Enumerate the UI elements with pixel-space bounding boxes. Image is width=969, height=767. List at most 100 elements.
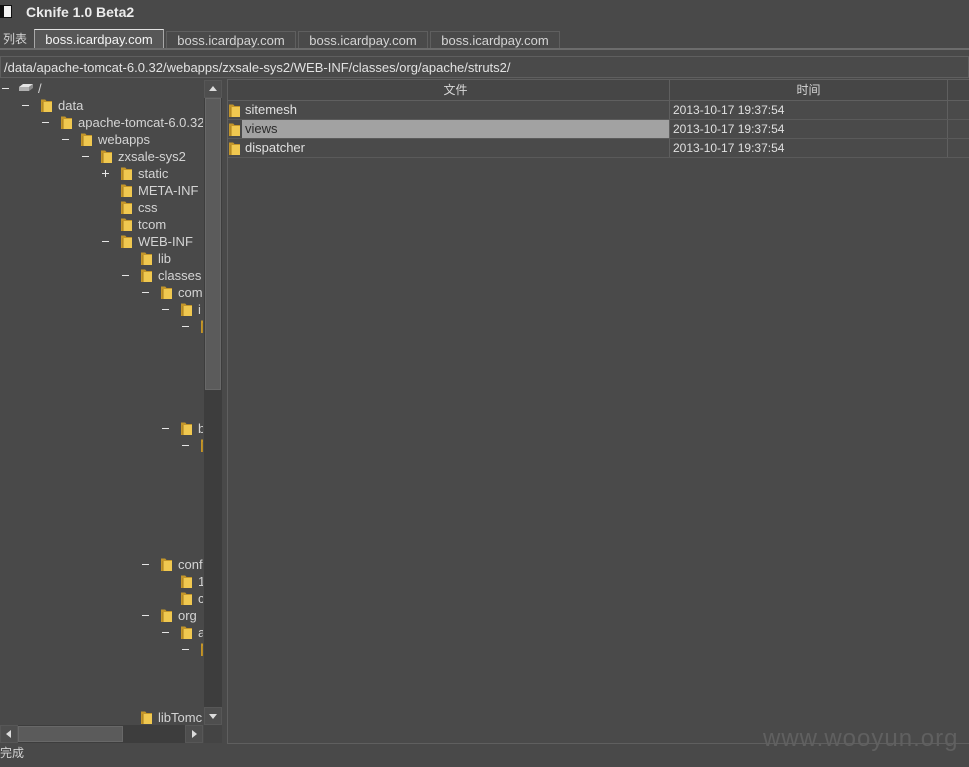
folder-icon: [181, 422, 192, 435]
tree-node[interactable]: [0, 471, 203, 488]
tree-node[interactable]: [0, 454, 203, 471]
vertical-scroll-thumb[interactable]: [205, 98, 221, 390]
scroll-up-button[interactable]: [204, 80, 222, 98]
collapse-minus-icon[interactable]: [22, 102, 29, 109]
collapse-minus-icon[interactable]: [162, 425, 169, 432]
scroll-down-button[interactable]: [204, 707, 222, 725]
tree-node[interactable]: lib: [0, 250, 203, 267]
file-name-cell: dispatcher: [242, 139, 670, 157]
tree-node[interactable]: b: [0, 420, 203, 437]
collapse-minus-icon[interactable]: [162, 629, 169, 636]
collapse-minus-icon[interactable]: [142, 561, 149, 568]
folder-icon: [41, 99, 52, 112]
collapse-minus-icon[interactable]: [2, 85, 9, 92]
tree-node-label: org: [178, 608, 197, 623]
folder-icon: [141, 269, 152, 282]
tree-node[interactable]: [0, 318, 203, 335]
arrow-down-icon: [209, 714, 217, 719]
collapse-minus-icon[interactable]: [142, 612, 149, 619]
tree-node[interactable]: a: [0, 624, 203, 641]
tree-node[interactable]: /: [0, 80, 203, 97]
table-row[interactable]: dispatcher 2013-10-17 19:37:54: [228, 139, 969, 158]
tab-strip: boss.icardpay.com boss.icardpay.com boss…: [34, 29, 562, 49]
tree-node[interactable]: zxsale-sys2: [0, 148, 203, 165]
tree-node[interactable]: [0, 335, 203, 352]
tree-node[interactable]: [0, 386, 203, 403]
filler-cell: [948, 139, 969, 157]
collapse-minus-icon[interactable]: [62, 136, 69, 143]
tree-node[interactable]: [0, 369, 203, 386]
tree-node[interactable]: [0, 488, 203, 505]
folder-icon: [141, 711, 152, 724]
tab-host-3[interactable]: boss.icardpay.com: [298, 31, 428, 49]
tree-node[interactable]: [0, 692, 203, 709]
tab-host-1[interactable]: boss.icardpay.com: [34, 29, 164, 49]
app-icon: [0, 5, 12, 18]
tree-node[interactable]: [0, 437, 203, 454]
collapse-minus-icon[interactable]: [182, 442, 189, 449]
tree-node[interactable]: tcom: [0, 216, 203, 233]
tab-divider: [0, 48, 969, 50]
tree-node[interactable]: libTomc: [0, 709, 203, 725]
collapse-minus-icon[interactable]: [182, 646, 189, 653]
tree-node[interactable]: static: [0, 165, 203, 182]
folder-icon: [121, 235, 132, 248]
collapse-minus-icon[interactable]: [102, 238, 109, 245]
scroll-right-button[interactable]: [185, 725, 203, 743]
table-body: sitemesh 2013-10-17 19:37:54 views 2013-10-…: [228, 101, 969, 158]
scroll-left-button[interactable]: [0, 725, 18, 743]
collapse-minus-icon[interactable]: [122, 272, 129, 279]
tree-node[interactable]: conf: [0, 556, 203, 573]
file-name-cell: sitemesh: [242, 101, 670, 119]
tree-node[interactable]: [0, 641, 203, 658]
tree-node[interactable]: [0, 539, 203, 556]
tree-rows: / data apache-tomcat-6.0.32 webapps zxsale-s…: [0, 80, 203, 725]
tree-node[interactable]: [0, 505, 203, 522]
tree-node[interactable]: i: [0, 301, 203, 318]
folder-icon: [81, 133, 92, 146]
tree-node[interactable]: META-INF: [0, 182, 203, 199]
table-row[interactable]: sitemesh 2013-10-17 19:37:54: [228, 101, 969, 120]
icon-cell: [228, 101, 242, 119]
tree-node[interactable]: [0, 352, 203, 369]
tree-node[interactable]: data: [0, 97, 203, 114]
tree-horizontal-scrollbar[interactable]: [0, 725, 203, 743]
table-row[interactable]: views 2013-10-17 19:37:54: [228, 120, 969, 139]
tree-node-label: webapps: [98, 132, 151, 147]
header-file-column[interactable]: 文件: [242, 80, 670, 100]
tree-node[interactable]: [0, 658, 203, 675]
collapse-minus-icon[interactable]: [142, 289, 149, 296]
list-label: 列表: [3, 32, 28, 46]
tree-node[interactable]: [0, 403, 203, 420]
collapse-minus-icon[interactable]: [42, 119, 49, 126]
tree-node[interactable]: 1: [0, 573, 203, 590]
directory-tree[interactable]: / data apache-tomcat-6.0.32 webapps zxsale-s…: [0, 80, 203, 725]
expand-plus-icon[interactable]: [102, 170, 109, 177]
horizontal-scroll-thumb[interactable]: [18, 726, 123, 742]
tree-node[interactable]: css: [0, 199, 203, 216]
status-text: 完成: [0, 746, 25, 760]
folder-icon: [121, 218, 132, 231]
arrow-up-icon: [209, 86, 217, 91]
tree-node-label: 1: [198, 574, 203, 589]
header-time-column[interactable]: 时间: [670, 80, 948, 100]
tab-host-4[interactable]: boss.icardpay.com: [430, 31, 560, 49]
tree-node[interactable]: apache-tomcat-6.0.32: [0, 114, 203, 131]
tree-node[interactable]: [0, 675, 203, 692]
tree-node-label: apache-tomcat-6.0.32: [78, 115, 203, 130]
path-input[interactable]: [0, 56, 969, 78]
tree-node[interactable]: com: [0, 284, 203, 301]
tree-node[interactable]: c: [0, 590, 203, 607]
table-header: 文件 时间: [228, 80, 969, 101]
tree-vertical-scrollbar[interactable]: [204, 80, 222, 725]
collapse-minus-icon[interactable]: [182, 323, 189, 330]
tree-node[interactable]: [0, 522, 203, 539]
tree-node[interactable]: webapps: [0, 131, 203, 148]
tab-host-2[interactable]: boss.icardpay.com: [166, 31, 296, 49]
file-time-cell: 2013-10-17 19:37:54: [670, 120, 948, 138]
collapse-minus-icon[interactable]: [82, 153, 89, 160]
collapse-minus-icon[interactable]: [162, 306, 169, 313]
tree-node[interactable]: org: [0, 607, 203, 624]
tree-node[interactable]: classes: [0, 267, 203, 284]
tree-node[interactable]: WEB-INF: [0, 233, 203, 250]
